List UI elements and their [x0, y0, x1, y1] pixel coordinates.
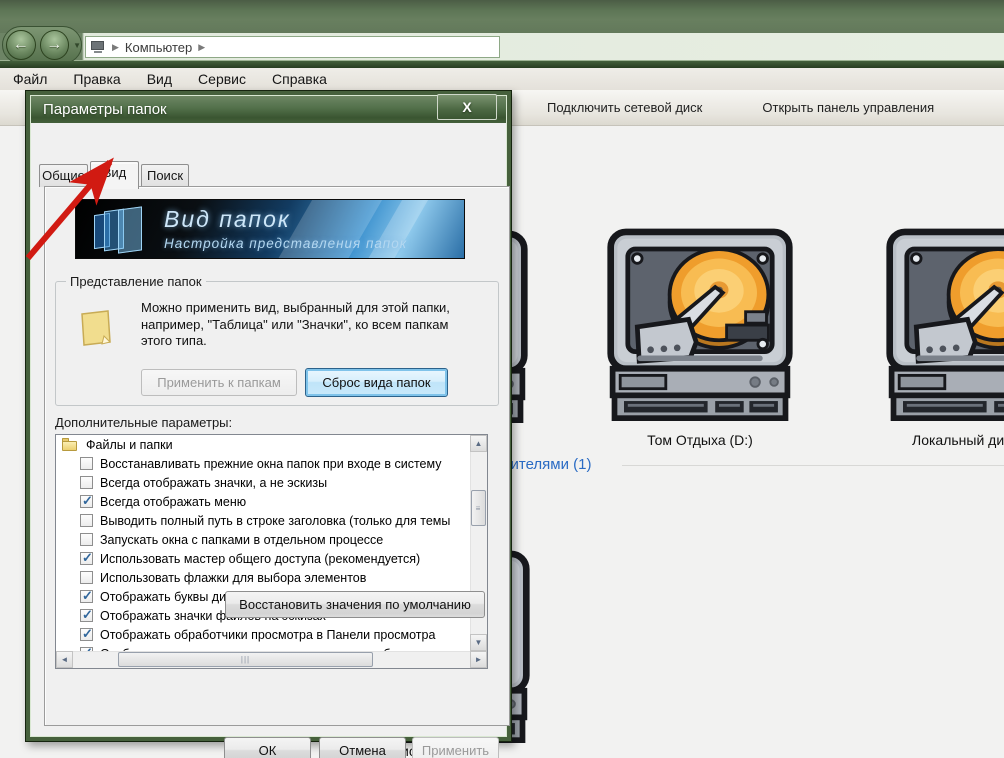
checkbox[interactable]	[80, 552, 93, 565]
list-item[interactable]: Использовать мастер общего доступа (реко…	[56, 549, 470, 568]
reset-folders-button[interactable]: Сброс вида папок	[305, 368, 448, 397]
checkbox[interactable]	[80, 628, 93, 641]
checkbox[interactable]	[80, 495, 93, 508]
apply-button[interactable]: Применить	[412, 737, 499, 758]
menu-view[interactable]: Вид	[134, 71, 185, 87]
menu-help[interactable]: Справка	[259, 71, 340, 87]
breadcrumb-location[interactable]: Компьютер	[125, 40, 192, 55]
drive-item-local[interactable]: Локальный ди	[884, 228, 1004, 448]
menu-tools[interactable]: Сервис	[185, 71, 259, 87]
screen: ← → ▼ ▶ Компьютер ▶ Файл Правка Вид Серв…	[0, 0, 1004, 758]
folders-icon	[94, 208, 150, 252]
dialog-title: Параметры папок	[43, 101, 167, 118]
removable-devices-group-header[interactable]: сителями (1)	[503, 456, 592, 473]
view-tab-panel: Вид папок Настройка представления папок …	[44, 186, 510, 726]
menu-bar: Файл Правка Вид Сервис Справка	[0, 68, 1004, 90]
back-button[interactable]: ←	[6, 30, 36, 60]
tab-search[interactable]: Поиск	[141, 164, 189, 187]
address-bar-row: ← → ▼ ▶ Компьютер ▶	[0, 33, 1004, 61]
scroll-up-icon[interactable]: ▲	[470, 435, 487, 452]
breadcrumb-arrow-icon[interactable]: ▶	[198, 42, 205, 53]
drive-label[interactable]: Том Отдыха (D:)	[605, 432, 795, 448]
dialog-body: Общие Вид Поиск Вид папок Настройка пред…	[31, 123, 506, 736]
list-item[interactable]: Всегда отображать меню	[56, 492, 470, 511]
banner-title: Вид папок	[164, 206, 291, 233]
checkbox[interactable]	[80, 609, 93, 622]
checkbox[interactable]	[80, 514, 93, 527]
vertical-scrollbar[interactable]: ▲ ≡ ▼	[470, 435, 487, 651]
drive-label[interactable]: Локальный ди	[884, 432, 1004, 448]
horizontal-scroll-thumb[interactable]: |||	[118, 652, 373, 667]
apply-to-folders-button[interactable]: Применить к папкам	[141, 369, 297, 396]
checkbox[interactable]	[80, 571, 93, 584]
window-top-bar	[0, 0, 1004, 33]
list-item[interactable]: Отображать обработчики просмотра в Панел…	[56, 625, 470, 644]
cancel-button[interactable]: Отмена	[319, 737, 406, 758]
list-item[interactable]: Использовать флажки для выбора элементов	[56, 568, 470, 587]
close-button[interactable]: X	[437, 94, 497, 120]
menu-file[interactable]: Файл	[0, 71, 60, 87]
map-network-drive-button[interactable]: Подключить сетевой диск	[533, 100, 716, 115]
vertical-scroll-thumb[interactable]: ≡	[471, 490, 486, 526]
close-icon: X	[462, 99, 471, 115]
checkbox[interactable]	[80, 590, 93, 603]
drive-item-d[interactable]: Том Отдыха (D:)	[605, 228, 795, 448]
folder-view-groupbox: Представление папок Можно применить вид,…	[55, 281, 499, 406]
list-item[interactable]: Отображать описание для папок и элементо…	[56, 644, 470, 651]
scroll-down-icon[interactable]: ▼	[470, 634, 487, 651]
list-group-files-and-folders[interactable]: Файлы и папки	[56, 435, 470, 454]
group-divider	[622, 465, 1004, 466]
hard-drive-icon	[884, 228, 1004, 424]
groupbox-legend: Представление папок	[66, 274, 206, 289]
title-separator	[0, 61, 1004, 68]
folder-icon	[78, 308, 114, 348]
folder-options-dialog: Параметры папок X Общие Вид Поиск Вид па…	[25, 90, 512, 742]
scroll-left-icon[interactable]: ◄	[56, 651, 73, 668]
checkbox[interactable]	[80, 476, 93, 489]
computer-icon	[90, 41, 106, 54]
list-item[interactable]: Всегда отображать значки, а не эскизы	[56, 473, 470, 492]
checkbox[interactable]	[80, 457, 93, 470]
ok-button[interactable]: ОК	[224, 737, 311, 758]
folder-views-banner: Вид папок Настройка представления папок	[75, 199, 465, 259]
list-item[interactable]: Выводить полный путь в строке заголовка …	[56, 511, 470, 530]
breadcrumb-arrow-icon[interactable]: ▶	[112, 42, 119, 53]
scroll-right-icon[interactable]: ►	[470, 651, 487, 668]
hard-drive-icon	[605, 228, 795, 424]
list-item[interactable]: Запускать окна с папками в отдельном про…	[56, 530, 470, 549]
list-item[interactable]: Восстанавливать прежние окна папок при в…	[56, 454, 470, 473]
tab-view[interactable]: Вид	[90, 161, 139, 189]
navigation-buttons: ← → ▼	[2, 26, 82, 64]
menu-edit[interactable]: Правка	[60, 71, 133, 87]
restore-defaults-button[interactable]: Восстановить значения по умолчанию	[225, 591, 485, 618]
tab-general[interactable]: Общие	[39, 164, 88, 187]
folder-view-description: Можно применить вид, выбранный для этой …	[141, 300, 491, 350]
horizontal-scrollbar[interactable]: ◄ ||| ►	[56, 651, 487, 668]
advanced-settings-label: Дополнительные параметры:	[55, 415, 232, 430]
recent-pages-dropdown-icon[interactable]: ▼	[73, 41, 81, 50]
forward-button[interactable]: →	[40, 30, 70, 60]
open-control-panel-button[interactable]: Открыть панель управления	[748, 100, 948, 115]
advanced-settings-list[interactable]: Файлы и папки Восстанавливать прежние ок…	[55, 434, 488, 669]
folder-small-icon	[62, 438, 78, 451]
address-breadcrumb[interactable]: ▶ Компьютер ▶	[85, 36, 500, 58]
dialog-title-bar[interactable]: Параметры папок	[31, 96, 506, 123]
checkbox[interactable]	[80, 533, 93, 546]
banner-subtitle: Настройка представления папок	[164, 236, 407, 251]
